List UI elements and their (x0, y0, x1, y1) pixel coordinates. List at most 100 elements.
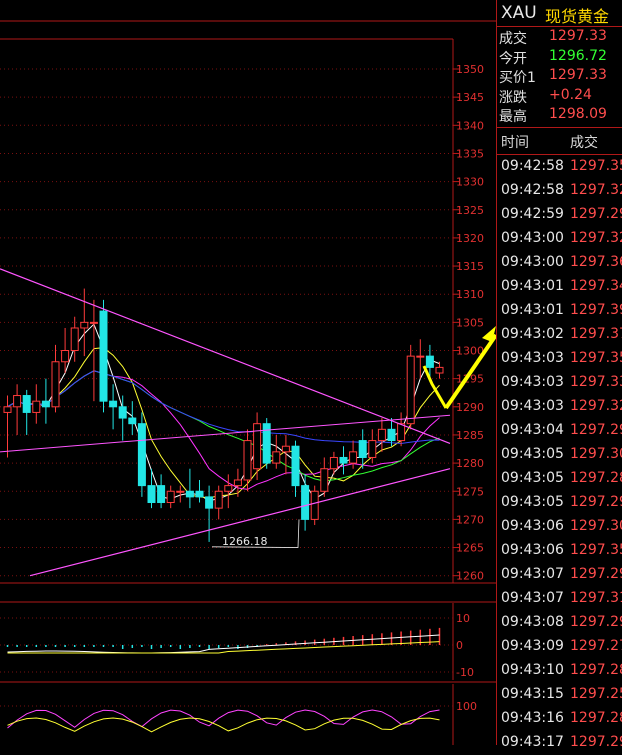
tick-row: 09:43:05 1297.29 (497, 491, 622, 515)
tick-row: 09:43:02 1297.37 (497, 323, 622, 347)
candle-body (118, 406, 127, 419)
candle-body (80, 321, 89, 329)
tick-price: 1297.35 (570, 541, 622, 558)
tick-time: 09:43:03 (501, 373, 564, 390)
kdj-tick-label: 100 (456, 700, 477, 713)
candle-body (425, 355, 434, 368)
tick-time: 09:43:06 (501, 541, 564, 558)
quote-row: 成交 1297.33 (497, 27, 622, 47)
ticks-header: 时间 成交 (497, 128, 622, 155)
tick-price: 1297.35 (570, 349, 622, 366)
y-tick-label: 1275 (456, 485, 484, 498)
y-tick-label: 1310 (456, 288, 484, 301)
candle-body (109, 400, 118, 408)
tick-row: 09:43:07 1297.29 (497, 563, 622, 587)
tick-price: 1297.33 (570, 373, 622, 390)
candle-body (185, 490, 194, 498)
quote-block: 成交 1297.33 今开 1296.72 买价1 1297.33 涨跌 +0.24 最高 129… (497, 27, 622, 128)
y-tick-label: 1325 (456, 204, 484, 217)
symbol-name: 现货黄金 (545, 7, 610, 26)
candle-body (166, 490, 175, 504)
tick-time: 09:43:15 (501, 685, 564, 702)
tick-price: 1297.37 (570, 325, 622, 342)
quote-row: 涨跌 +0.24 (497, 86, 622, 106)
tick-time: 09:43:03 (501, 397, 564, 414)
tick-row: 09:43:01 1297.34 (497, 275, 622, 299)
tick-price: 1297.30 (570, 517, 622, 534)
tick-price: 1297.39 (570, 301, 622, 318)
y-tick-label: 1330 (456, 176, 484, 189)
quote-row: 最高 1298.09 (497, 105, 622, 125)
tick-row: 09:43:03 1297.33 (497, 371, 622, 395)
tick-row: 09:43:17 1297.29 (497, 731, 622, 755)
tick-time: 09:43:16 (501, 709, 564, 726)
tick-row: 09:42:58 1297.32 (497, 179, 622, 203)
tick-time: 09:43:05 (501, 493, 564, 510)
candle-body (358, 440, 367, 458)
tick-time: 09:43:00 (501, 229, 564, 246)
candle-body (70, 327, 79, 352)
candle-body (3, 406, 12, 413)
tick-row: 09:43:01 1297.39 (497, 299, 622, 323)
y-tick-label: 1290 (456, 401, 484, 414)
quote-row: 买价1 1297.33 (497, 66, 622, 86)
tick-price: 1297.32 (570, 181, 622, 198)
tick-price: 1297.28 (570, 709, 622, 726)
ticks-header-time: 时间 (501, 134, 529, 151)
candle-body (397, 423, 406, 442)
tick-price: 1297.29 (570, 565, 622, 582)
quote-label: 买价1 (499, 70, 536, 86)
macd-tick-label: -10 (456, 666, 474, 679)
y-tick-label: 1305 (456, 316, 484, 329)
candle-body (329, 456, 338, 470)
tick-row: 09:43:00 1297.36 (497, 251, 622, 275)
tick-time: 09:43:06 (501, 517, 564, 534)
tick-row: 09:43:15 1297.25 (497, 683, 622, 707)
y-tick-label: 1270 (456, 513, 484, 526)
quote-label: 最高 (499, 109, 527, 125)
candle-body (320, 468, 329, 492)
tick-time: 09:43:01 (501, 277, 564, 294)
candle-body (281, 445, 290, 453)
candle-body (224, 485, 233, 492)
tick-price: 1297.32 (570, 397, 622, 414)
ticks-list[interactable]: 09:42:58 1297.35 09:42:58 1297.32 09:42:59 12… (497, 155, 622, 755)
tick-time: 09:43:07 (501, 565, 564, 582)
tick-time: 09:43:05 (501, 469, 564, 486)
quote-panel: XAU 现货黄金 成交 1297.33 今开 1296.72 买价1 1297.33 涨跌 +… (496, 0, 622, 750)
ticks-header-price: 成交 (570, 134, 598, 151)
candle-body (272, 451, 281, 464)
tick-row: 09:43:03 1297.32 (497, 395, 622, 419)
low-annotation: 1266.18 (222, 535, 268, 548)
tick-time: 09:43:03 (501, 349, 564, 366)
tick-row: 09:43:09 1297.27 (497, 635, 622, 659)
candle-body (339, 456, 348, 464)
candle-body (301, 485, 310, 520)
candle-body (416, 355, 425, 358)
y-tick-label: 1345 (456, 91, 484, 104)
quote-label: 成交 (499, 31, 527, 47)
tick-price: 1297.29 (570, 421, 622, 438)
tick-time: 09:42:58 (501, 181, 564, 198)
tick-price: 1297.31 (570, 589, 622, 606)
candle-body (214, 490, 223, 509)
candle-body (176, 490, 185, 493)
tick-row: 09:43:05 1297.28 (497, 467, 622, 491)
candle-body (61, 350, 70, 363)
tick-price: 1297.25 (570, 685, 622, 702)
y-tick-label: 1335 (456, 147, 484, 160)
tick-row: 09:43:05 1297.30 (497, 443, 622, 467)
quote-label: 今开 (499, 50, 527, 67)
tick-price: 1297.29 (570, 493, 622, 510)
price-chart[interactable]: 1350 1345 1340 1335 1330 1325 1320 1315 1310 1305… (0, 0, 496, 745)
y-tick-label: 1340 (456, 119, 484, 132)
tick-price: 1297.29 (570, 205, 622, 222)
tick-row: 09:43:16 1297.28 (497, 707, 622, 731)
y-tick-label: 1315 (456, 260, 484, 273)
tick-time: 09:43:17 (501, 733, 564, 750)
candle-body (157, 485, 166, 504)
tick-row: 09:42:59 1297.29 (497, 203, 622, 227)
candle-body (349, 451, 358, 464)
candle-body (137, 423, 146, 487)
candle-body (195, 490, 204, 498)
